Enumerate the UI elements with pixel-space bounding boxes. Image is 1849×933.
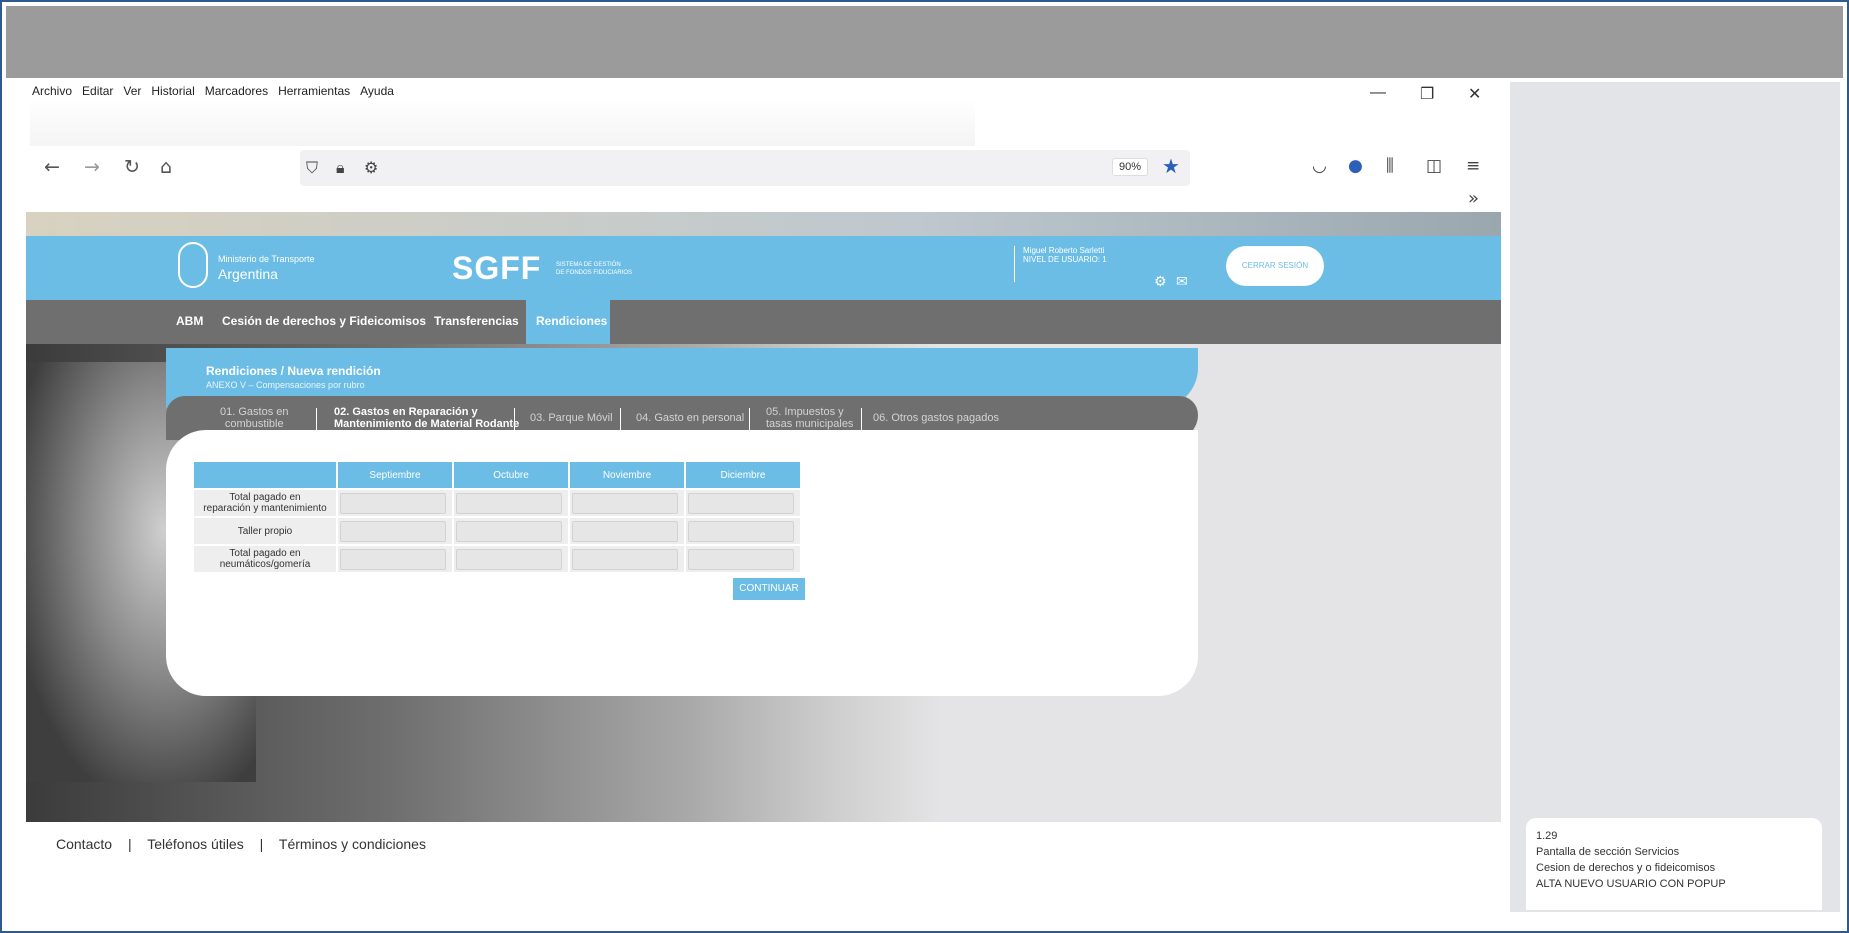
ministry-label: Ministerio de Transporte: [218, 254, 315, 264]
restore-icon[interactable]: ❐: [1420, 84, 1434, 104]
library-icon[interactable]: ⫼: [1386, 156, 1394, 176]
settings-gear-icon[interactable]: ⚙: [1154, 274, 1167, 290]
nav-cesion[interactable]: Cesión de derechos y Fideicomisos: [222, 314, 426, 328]
sidebar-icon[interactable]: ◫: [1426, 156, 1442, 176]
annotation-note: 1.29 Pantalla de sección Servicios Cesio…: [1526, 818, 1822, 910]
nav-abm[interactable]: ABM: [176, 314, 203, 328]
tab-01-combustible[interactable]: 01. Gastos en combustible: [220, 406, 289, 430]
note-number: 1.29: [1536, 830, 1558, 842]
rendicion-card: Rendiciones / Nueva rendición ANEXO V – …: [166, 344, 1198, 696]
close-icon[interactable]: ✕: [1468, 84, 1481, 104]
overflow-chevron-icon[interactable]: »: [1468, 188, 1479, 209]
shield-icon[interactable]: ⛉: [306, 158, 318, 178]
footer-separator: |: [127, 836, 132, 852]
site-nav: ABM Cesión de derechos y Fideicomisos Tr…: [26, 300, 1501, 344]
footer-phones-link[interactable]: Teléfonos útiles: [147, 836, 244, 852]
tab-separator: [749, 408, 750, 430]
home-icon[interactable]: ⌂: [160, 156, 172, 178]
minimize-icon[interactable]: —: [1370, 84, 1386, 102]
footer-terms-link[interactable]: Términos y condiciones: [279, 836, 426, 852]
amount-input[interactable]: [688, 548, 794, 570]
footer-contact-link[interactable]: Contacto: [56, 836, 112, 852]
user-info: Miguel Roberto Sarletti NIVEL DE USUARIO…: [1014, 246, 1107, 282]
pocket-icon[interactable]: ◡: [1312, 156, 1327, 176]
footer-separator: |: [259, 836, 264, 852]
nav-transferencias[interactable]: Transferencias: [434, 314, 519, 328]
amount-input[interactable]: [688, 492, 794, 514]
nav-rendiciones[interactable]: Rendiciones: [536, 314, 607, 328]
column-header: Octubre: [454, 462, 568, 488]
tab-03-parque-movil[interactable]: 03. Parque Móvil: [530, 412, 613, 424]
tab-separator: [620, 408, 621, 430]
table-row: Total pagado en neumáticos/gomería: [194, 546, 800, 572]
user-level: NIVEL DE USUARIO: 1: [1023, 255, 1107, 264]
amount-input[interactable]: [456, 492, 562, 514]
annotation-panel: [1510, 82, 1840, 912]
table-row: Total pagado en reparación y mantenimien…: [194, 490, 800, 516]
tab-separator: [514, 408, 515, 430]
hamburger-menu-icon[interactable]: ≡: [1466, 156, 1480, 176]
card-title: Rendiciones / Nueva rendición: [206, 364, 381, 378]
app-subtitle-2: DE FONDOS FIDUCIARIOS: [556, 270, 633, 276]
row-label: Total pagado en neumáticos/gomería: [194, 546, 336, 572]
amount-input[interactable]: [688, 520, 794, 542]
mail-icon[interactable]: ✉: [1176, 274, 1188, 290]
site-footer: Contacto | Teléfonos útiles | Términos y…: [56, 836, 438, 852]
note-line-3: ALTA NUEVO USUARIO CON POPUP: [1536, 878, 1726, 890]
column-header: Septiembre: [338, 462, 452, 488]
column-header: Diciembre: [686, 462, 800, 488]
url-bar[interactable]: [300, 150, 1190, 186]
amount-input[interactable]: [572, 520, 678, 542]
amount-input[interactable]: [340, 492, 446, 514]
row-label: Total pagado en reparación y mantenimien…: [194, 490, 336, 516]
amount-input[interactable]: [456, 548, 562, 570]
profile-icon[interactable]: ●: [1348, 156, 1363, 176]
tab-06-otros-gastos[interactable]: 06. Otros gastos pagados: [873, 412, 999, 424]
note-line-2: Cesion de derechos y o fideicomisos: [1536, 862, 1716, 874]
tab-strip: [30, 98, 975, 146]
logout-button[interactable]: CERRAR SESIÓN: [1226, 246, 1324, 286]
web-content: Ministerio de Transporte Argentina SGFF …: [26, 212, 1501, 822]
card-body: Septiembre Octubre Noviembre Diciembre T…: [166, 430, 1198, 696]
table-corner: [194, 462, 336, 488]
expenses-table: Septiembre Octubre Noviembre Diciembre T…: [192, 460, 802, 574]
tab-separator: [861, 408, 862, 430]
card-subtitle: ANEXO V – Compensaciones por rubro: [206, 380, 365, 390]
continue-button[interactable]: CONTINUAR: [733, 578, 805, 600]
table-header-row: Septiembre Octubre Noviembre Diciembre: [194, 462, 800, 488]
note-line-1: Pantalla de sección Servicios: [1536, 846, 1680, 858]
user-name: Miguel Roberto Sarletti: [1023, 246, 1105, 255]
tab-separator: [316, 408, 317, 430]
row-label: Taller propio: [194, 518, 336, 544]
table-row: Taller propio: [194, 518, 800, 544]
back-icon[interactable]: ←: [44, 156, 60, 178]
reload-icon[interactable]: ↻: [124, 156, 140, 178]
header-landscape: [26, 212, 1501, 236]
permissions-icon[interactable]: ⚙: [364, 158, 378, 177]
argentina-seal-icon: [178, 242, 208, 288]
bookmark-star-icon[interactable]: ★: [1162, 154, 1180, 178]
tab-05-impuestos[interactable]: 05. Impuestos y tasas municipales: [766, 406, 853, 430]
amount-input[interactable]: [572, 492, 678, 514]
forward-icon[interactable]: →: [84, 156, 100, 178]
country-label: Argentina: [218, 266, 278, 282]
zoom-level[interactable]: 90%: [1112, 158, 1149, 176]
tab-02-reparacion[interactable]: 02. Gastos en Reparación y Mantenimiento…: [334, 406, 519, 430]
amount-input[interactable]: [340, 548, 446, 570]
top-gray-bar: [6, 6, 1843, 78]
amount-input[interactable]: [340, 520, 446, 542]
amount-input[interactable]: [456, 520, 562, 542]
amount-input[interactable]: [572, 548, 678, 570]
column-header: Noviembre: [570, 462, 684, 488]
tab-04-gasto-personal[interactable]: 04. Gasto en personal: [636, 412, 744, 424]
app-logo: SGFF: [452, 250, 542, 286]
app-subtitle-1: SISTEMA DE GESTIÓN: [556, 262, 621, 268]
lock-icon[interactable]: 🔒︎: [336, 158, 345, 178]
